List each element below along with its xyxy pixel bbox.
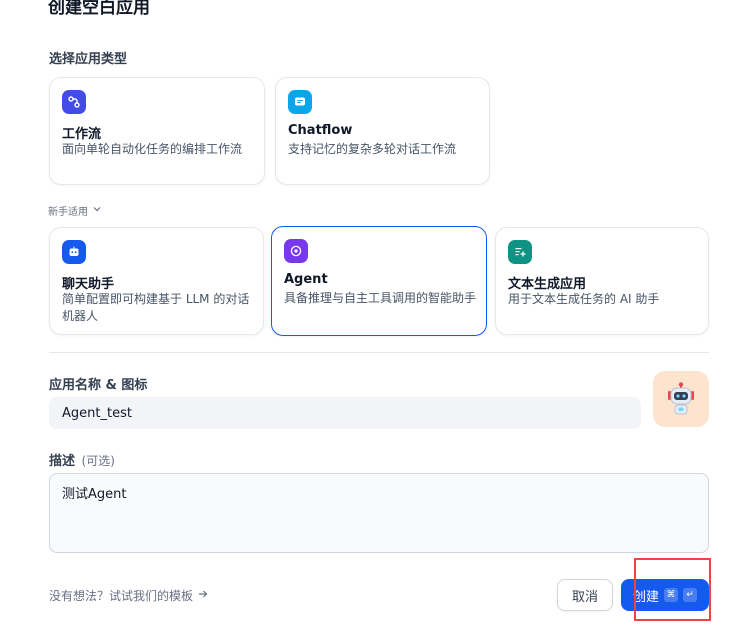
enter-key-icon: ↵ [683,588,697,602]
workflow-icon [62,90,86,114]
chevron-down-icon [92,204,102,217]
command-key-icon: ⌘ [664,588,678,602]
page-title: 创建空白应用 [48,0,150,18]
app-type-card-chatbot[interactable]: 聊天助手 简单配置即可构建基于 LLM 的对话机器人 [49,227,264,335]
cancel-button[interactable]: 取消 [557,579,613,611]
app-name-label: 应用名称 & 图标 [49,378,148,393]
app-type-card-agent[interactable]: Agent 具备推理与自主工具调用的智能助手 [271,226,487,336]
create-button-label: 创建 [632,589,659,605]
description-textarea[interactable]: 测试Agent [49,473,709,553]
card-description: 面向单轮自动化任务的编排工作流 [62,142,243,156]
card-title: 文本生成应用 [508,277,587,292]
agent-icon [284,239,308,263]
template-link[interactable]: 没有想法？试试我们的模板 [49,587,209,604]
card-description: 支持记忆的复杂多轮对话工作流 [288,142,457,156]
text-generation-icon [508,240,532,264]
section-divider [49,352,709,353]
template-link-text: 没有想法？试试我们的模板 [49,589,194,603]
card-title: 工作流 [62,127,102,142]
card-description: 简单配置即可构建基于 LLM 的对话机器人 [62,292,250,323]
card-title: 聊天助手 [62,277,115,292]
card-title: Agent [284,272,328,287]
chatflow-icon [288,90,312,114]
app-type-card-chatflow[interactable]: Chatflow 支持记忆的复杂多轮对话工作流 [275,77,490,185]
description-label: 描述 (可选) [49,450,115,469]
card-description: 用于文本生成任务的 AI 助手 [508,292,660,306]
chatbot-icon [62,240,86,264]
card-description: 具备推理与自主工具调用的智能助手 [284,291,477,305]
optional-hint: (可选) [81,454,115,468]
arrow-right-icon [197,588,209,603]
beginner-label: 新手适用 [48,207,88,218]
card-title: Chatflow [288,123,353,138]
create-button[interactable]: 创建 ⌘ ↵ [621,579,709,611]
app-type-label: 选择应用类型 [49,52,128,67]
app-type-card-text-generation[interactable]: 文本生成应用 用于文本生成任务的 AI 助手 [495,227,709,335]
app-name-input[interactable] [49,397,641,429]
app-icon-picker[interactable] [653,371,709,427]
app-type-card-workflow[interactable]: 工作流 面向单轮自动化任务的编排工作流 [49,77,265,185]
beginner-toggle[interactable]: 新手适用 [48,203,102,218]
description-label-text: 描述 [49,454,76,469]
robot-icon [668,382,694,415]
